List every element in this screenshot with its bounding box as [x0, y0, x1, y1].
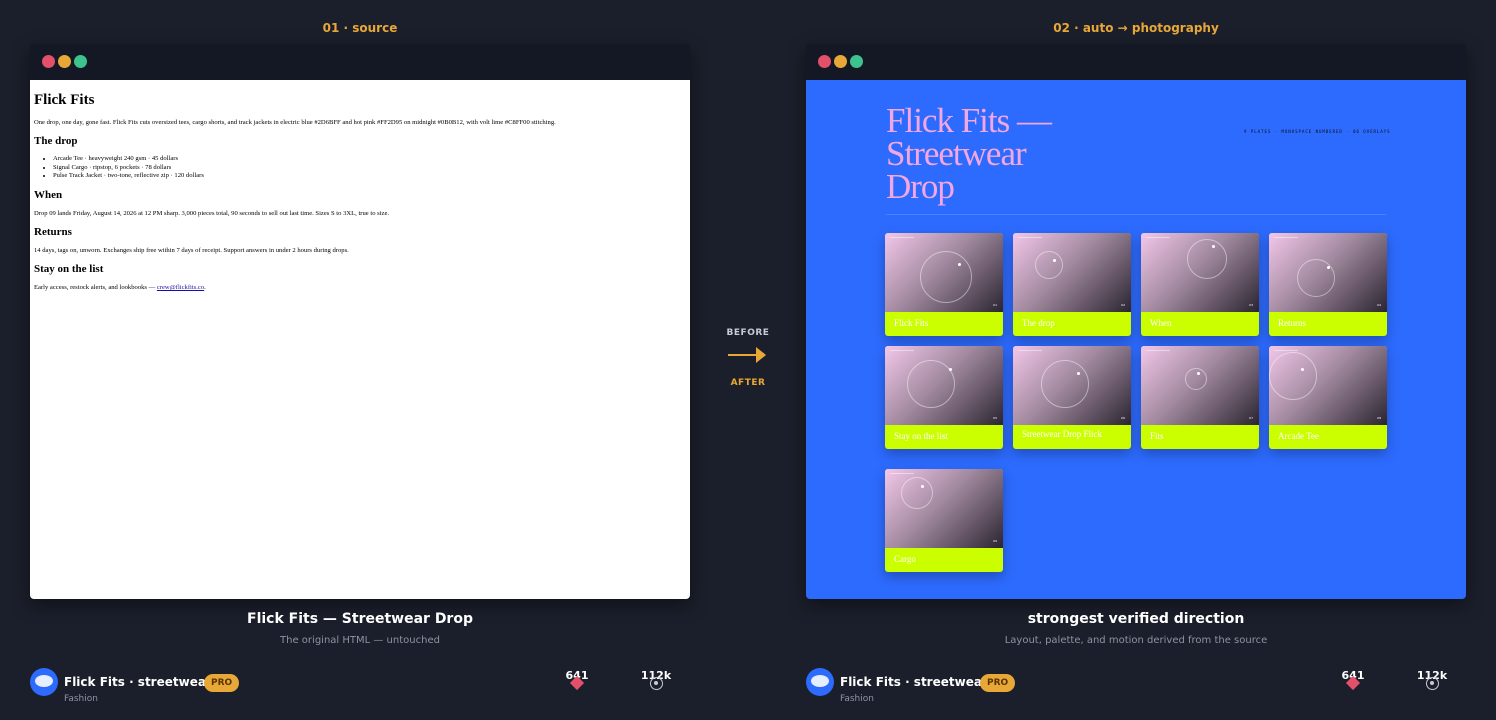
author-name[interactable]: Flick Fits · streetwear — [840, 675, 988, 689]
doc-heading-list: Stay on the list — [34, 262, 104, 275]
minimize-dot-icon — [58, 55, 71, 68]
plate-card[interactable]: 06 Streetwear Drop Flick — [1013, 346, 1131, 449]
window-chrome — [806, 44, 1466, 80]
plate-meta: 9 PLATES · MONOSPACE NUMBERED · 06 OVERL… — [1244, 129, 1391, 134]
hero-title: Flick Fits — Streetwear Drop — [886, 101, 1052, 206]
list-text: Early access, restock alerts, and lookbo… — [34, 283, 157, 291]
doc-when-text: Drop 09 lands Friday, August 14, 2026 at… — [34, 209, 390, 217]
plate-label: When — [1150, 318, 1172, 328]
likes-counter[interactable]: 641 — [564, 669, 590, 691]
doc-heading-when: When — [34, 188, 63, 201]
close-dot-icon — [42, 55, 55, 68]
list-text-end: . — [204, 283, 206, 291]
plate-label: Streetwear Drop Flick — [1022, 429, 1102, 439]
category-label: Fashion — [64, 694, 98, 704]
plate-label: The drop — [1022, 318, 1055, 328]
after-label: AFTER — [730, 378, 766, 388]
before-after-indicator: BEFORE AFTER — [724, 328, 772, 388]
source-column-label: 01 · source — [322, 21, 398, 35]
plate-card[interactable]: 07 Fits — [1141, 346, 1259, 449]
pro-badge: PRO — [980, 674, 1016, 692]
author-footer: Flick Fits · streetwear PRO Fashion 641 … — [806, 667, 1466, 707]
doc-intro: One drop, one day, gone fast. Flick Fits… — [34, 119, 556, 126]
plate-image: 02 — [1013, 233, 1131, 312]
list-item: Signal Cargo · ripstop, 6 pockets · 78 d… — [53, 164, 686, 173]
plate-label: Returns — [1278, 318, 1306, 328]
pro-badge: PRO — [204, 674, 240, 692]
doc-heading-drop: The drop — [34, 135, 78, 147]
plate-label: Flick Fits — [894, 318, 929, 328]
close-dot-icon — [818, 55, 831, 68]
source-caption-title: Flick Fits — Streetwear Drop — [247, 611, 473, 627]
views-counter: 112k — [1414, 669, 1450, 690]
plate-image: 07 — [1141, 346, 1259, 425]
drop-list: Arcade Tee · heavyweight 240 gsm · 45 do… — [53, 155, 686, 181]
plate-card[interactable]: 05 Stay on the list — [885, 346, 1003, 449]
source-document[interactable]: Flick Fits One drop, one day, gone fast.… — [30, 80, 690, 599]
doc-list-text: Early access, restock alerts, and lookbo… — [34, 283, 686, 292]
plate-card[interactable]: 01 Flick Fits — [885, 233, 1003, 336]
plate-card[interactable]: 09 Cargo — [885, 469, 1003, 572]
doc-heading-returns: Returns — [34, 225, 72, 238]
result-window: Flick Fits — Streetwear Drop 9 PLATES · … — [806, 44, 1466, 599]
source-window: Flick Fits One drop, one day, gone fast.… — [30, 44, 690, 599]
plate-card[interactable]: 04 Returns — [1269, 233, 1387, 336]
plate-image: 04 — [1269, 233, 1387, 312]
plate-image: 06 — [1013, 346, 1131, 425]
photography-page[interactable]: Flick Fits — Streetwear Drop 9 PLATES · … — [806, 80, 1466, 599]
category-label: Fashion — [840, 694, 874, 704]
plate-label: Fits — [1150, 431, 1164, 441]
minimize-dot-icon — [834, 55, 847, 68]
before-label: BEFORE — [726, 328, 770, 338]
divider — [886, 214, 1386, 215]
arrow-right-icon — [724, 346, 772, 364]
plate-card[interactable]: 08 Arcade Tee — [1269, 346, 1387, 449]
plate-image: 09 — [885, 469, 1003, 548]
plate-image: 05 — [885, 346, 1003, 425]
doc-returns-text: 14 days, tags on, unworn. Exchanges ship… — [34, 246, 349, 254]
plate-label: Cargo — [894, 554, 916, 564]
maximize-dot-icon — [74, 55, 87, 68]
hero-title-line: Drop — [886, 167, 955, 206]
plate-image: 08 — [1269, 346, 1387, 425]
hero-title-line: Streetwear — [886, 134, 1027, 173]
plate-card[interactable]: 02 The drop — [1013, 233, 1131, 336]
result-caption-title: strongest verified direction — [1027, 611, 1245, 627]
avatar[interactable] — [30, 668, 58, 696]
plate-image: 03 — [1141, 233, 1259, 312]
result-caption-subtitle: Layout, palette, and motion derived from… — [1004, 635, 1268, 646]
maximize-dot-icon — [850, 55, 863, 68]
email-link[interactable]: crew@flickfits.co — [157, 284, 204, 291]
plate-label: Arcade Tee — [1278, 431, 1319, 441]
likes-counter[interactable]: 641 — [1340, 669, 1366, 691]
views-counter: 112k — [638, 669, 674, 690]
source-caption-subtitle: The original HTML — untouched — [280, 635, 440, 646]
list-item: Pulse Track Jacket · two-tone, reflectiv… — [53, 172, 686, 181]
list-item: Arcade Tee · heavyweight 240 gsm · 45 do… — [53, 155, 686, 164]
avatar[interactable] — [806, 668, 834, 696]
plate-image: 01 — [885, 233, 1003, 312]
eye-icon — [1425, 677, 1439, 690]
result-column-label: 02 · auto → photography — [1053, 21, 1219, 35]
plate-label: Stay on the list — [894, 431, 948, 441]
hero-title-line: Flick Fits — — [886, 101, 1052, 140]
plate-card[interactable]: 03 When — [1141, 233, 1259, 336]
doc-title: Flick Fits — [34, 92, 95, 108]
author-name[interactable]: Flick Fits · streetwear — [64, 675, 212, 689]
eye-icon — [649, 677, 663, 690]
window-chrome — [30, 44, 690, 80]
author-footer: Flick Fits · streetwear PRO Fashion 641 … — [30, 667, 690, 707]
